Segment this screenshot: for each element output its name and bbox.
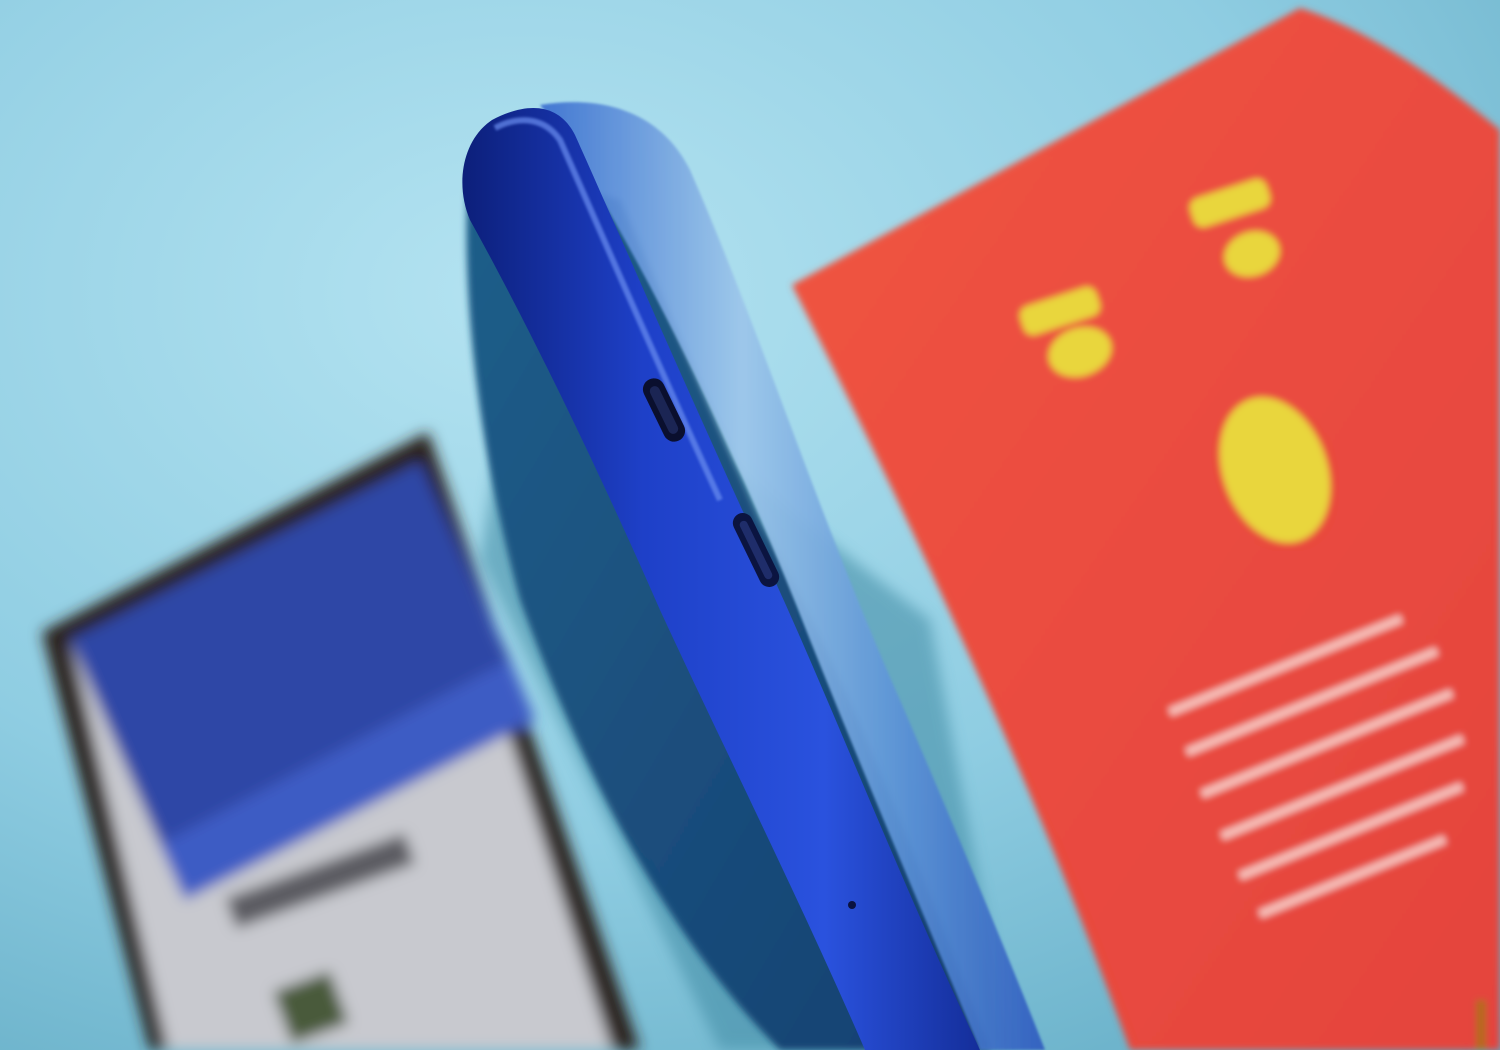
photo-illustration <box>0 0 1500 1050</box>
photo-scene <box>0 0 1500 1050</box>
notebook-bookmark-ribbon <box>1476 1000 1486 1050</box>
mic-hole <box>848 901 856 909</box>
